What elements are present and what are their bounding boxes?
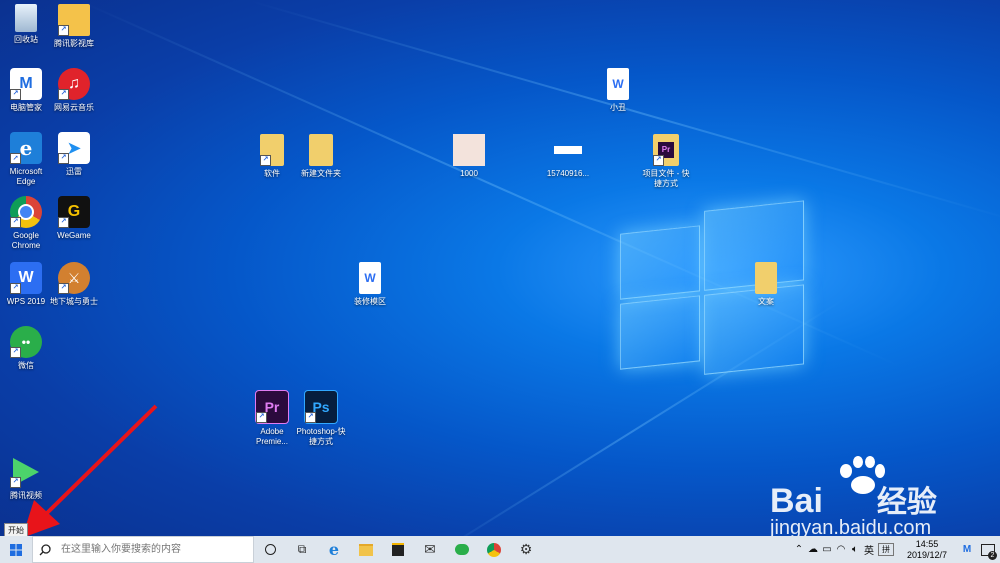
wifi-icon[interactable]: ◠ bbox=[834, 544, 848, 555]
store-bag-icon bbox=[392, 543, 404, 556]
taskbar-wechat-button[interactable] bbox=[446, 536, 478, 563]
battery-icon[interactable]: ▭ bbox=[820, 544, 834, 555]
wenan-folder-icon[interactable]: 文案 bbox=[740, 262, 792, 307]
icon-label: 文案 bbox=[758, 297, 774, 306]
watermark-url: jingyan.baidu.com bbox=[770, 517, 932, 536]
icon-label: Google Chrome bbox=[11, 231, 41, 250]
icon-label: 15740916... bbox=[546, 169, 590, 178]
watermark-brand: Bai 经验 bbox=[770, 477, 937, 521]
icon-label: 1000 bbox=[460, 169, 478, 178]
icon-label: 装修模区 bbox=[354, 297, 386, 306]
desktop: 回收站 M ↗ 电脑管家 e ↗ Microsoft Edge ↗ Google C… bbox=[0, 0, 1000, 536]
recycle-bin-icon[interactable]: 回收站 bbox=[0, 4, 52, 45]
wechat-icon bbox=[455, 544, 469, 555]
folder-icon bbox=[359, 543, 373, 556]
icon-label: Photoshop-快捷方式 bbox=[296, 427, 346, 446]
wegame-icon[interactable]: G ↗ WeGame bbox=[48, 196, 100, 241]
task-view-button[interactable]: ⧉ bbox=[286, 536, 318, 563]
start-button[interactable] bbox=[0, 536, 32, 563]
action-center-button[interactable]: 2 bbox=[976, 536, 1000, 563]
word-doc-icon[interactable]: W 小丑 bbox=[592, 68, 644, 113]
taskbar-settings-button[interactable]: ⚙ bbox=[510, 536, 542, 563]
icon-label: 网易云音乐 bbox=[54, 103, 94, 112]
project-shortcut-icon[interactable]: Pr ↗ 项目文件 - 快捷方式 bbox=[640, 134, 692, 189]
icon-label: WeGame bbox=[57, 231, 91, 240]
search-icon bbox=[39, 543, 51, 555]
premiere-icon[interactable]: Pr ↗ Adobe Premie... bbox=[246, 390, 298, 447]
task-view-icon: ⧉ bbox=[297, 542, 307, 556]
wps-icon[interactable]: W ↗ WPS 2019 bbox=[0, 262, 52, 307]
netease-music-icon[interactable]: ♫ ↗ 网易云音乐 bbox=[48, 68, 100, 113]
icon-label: 迅雷 bbox=[66, 167, 82, 176]
word-doc-icon[interactable]: W 装修模区 bbox=[344, 262, 396, 307]
icon-label: Microsoft Edge bbox=[9, 167, 43, 186]
pc-manager-tray-icon[interactable]: M bbox=[958, 544, 976, 555]
onedrive-icon[interactable]: ☁ bbox=[806, 544, 820, 555]
mail-icon: ✉ bbox=[424, 541, 436, 557]
watermark-brand-bai: Bai bbox=[770, 482, 823, 520]
taskbar-chrome-button[interactable] bbox=[478, 536, 510, 563]
pc-manager-icon[interactable]: M ↗ 电脑管家 bbox=[0, 68, 52, 113]
windows-start-icon bbox=[10, 543, 22, 556]
taskbar-edge-button[interactable]: e bbox=[318, 536, 350, 563]
clock[interactable]: 14:55 2019/12/7 bbox=[896, 539, 958, 561]
photo-1000-icon[interactable]: 1000 bbox=[443, 134, 495, 179]
notification-count: 2 bbox=[988, 551, 997, 560]
edge-icon: e bbox=[328, 540, 340, 559]
icon-label: 项目文件 - 快捷方式 bbox=[642, 169, 690, 188]
photoshop-icon[interactable]: Ps ↗ Photoshop-快捷方式 bbox=[295, 390, 347, 447]
icon-label: 地下城与勇士 bbox=[50, 297, 98, 306]
dnf-icon[interactable]: ⚔ ↗ 地下城与勇士 bbox=[48, 262, 100, 307]
icon-label: 软件 bbox=[264, 169, 280, 178]
clock-date: 2019/12/7 bbox=[906, 549, 948, 560]
tencent-video-library-icon[interactable]: ↗ 腾讯影视库 bbox=[48, 4, 100, 49]
taskbar-mail-button[interactable]: ✉ bbox=[414, 536, 446, 563]
annotation-arrow bbox=[22, 404, 158, 536]
icon-label: WPS 2019 bbox=[6, 297, 46, 306]
image-file-icon[interactable]: 15740916... bbox=[542, 134, 594, 179]
xunlei-icon[interactable]: ➤ ↗ 迅雷 bbox=[48, 132, 100, 177]
icon-label: 电脑管家 bbox=[10, 103, 42, 112]
icon-label: 小丑 bbox=[610, 103, 626, 112]
icon-label: 回收站 bbox=[14, 35, 38, 44]
chrome-icon bbox=[487, 542, 501, 557]
new-folder-icon[interactable]: 新建文件夹 bbox=[295, 134, 347, 179]
ime-language[interactable]: 英 bbox=[862, 542, 876, 557]
taskbar-search-box[interactable] bbox=[32, 536, 254, 563]
software-folder-icon[interactable]: ↗ 软件 bbox=[246, 134, 298, 179]
wechat-icon[interactable]: •• ↗ 微信 bbox=[0, 326, 52, 371]
volume-icon[interactable]: 🔈︎ bbox=[848, 544, 862, 555]
system-tray: ⌃ ☁ ▭ ◠ 🔈︎ 英 拼 14:55 2019/12/7 M 2 bbox=[792, 536, 1000, 563]
watermark-brand-suffix: 经验 bbox=[876, 486, 937, 519]
edge-icon[interactable]: e ↗ Microsoft Edge bbox=[0, 132, 52, 187]
cortana-button[interactable] bbox=[254, 536, 286, 563]
chrome-icon[interactable]: ↗ Google Chrome bbox=[0, 196, 52, 251]
icon-label: 微信 bbox=[18, 361, 34, 370]
icon-label: 腾讯影视库 bbox=[54, 39, 94, 48]
taskbar: ⧉ e ✉ ⚙ ⌃ ☁ ▭ ◠ 🔈︎ 英 拼 14:55 2019/12/7 M… bbox=[0, 536, 1000, 563]
taskbar-store-button[interactable] bbox=[382, 536, 414, 563]
ime-mode[interactable]: 拼 bbox=[878, 543, 894, 556]
cortana-circle-icon bbox=[264, 544, 276, 555]
taskbar-explorer-button[interactable] bbox=[350, 536, 382, 563]
icon-label: Adobe Premie... bbox=[255, 427, 288, 446]
gear-icon: ⚙ bbox=[519, 541, 533, 557]
tray-chevron-up-icon[interactable]: ⌃ bbox=[792, 544, 806, 555]
icon-label: 新建文件夹 bbox=[301, 169, 341, 178]
search-input[interactable] bbox=[59, 543, 253, 556]
clock-time: 14:55 bbox=[915, 538, 939, 549]
